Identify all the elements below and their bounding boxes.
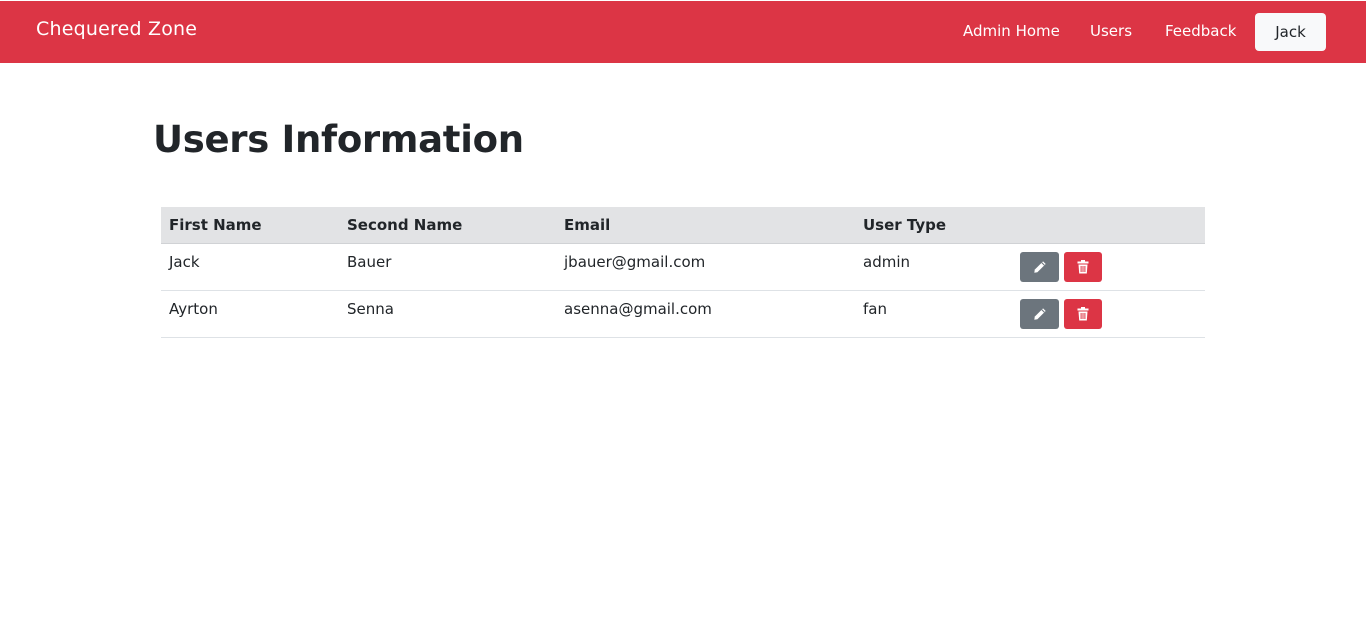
brand-logo[interactable]: Chequered Zone [36, 18, 197, 40]
pencil-icon [1033, 307, 1046, 320]
header-first-name: First Name [161, 207, 339, 244]
nav-users[interactable]: Users [1090, 22, 1132, 40]
delete-user-button[interactable] [1064, 251, 1102, 282]
header-email: Email [556, 207, 855, 244]
delete-user-button[interactable] [1064, 298, 1102, 329]
top-navbar: Chequered Zone Admin Home Users Feedback… [0, 1, 1366, 63]
pencil-icon [1033, 260, 1046, 273]
header-actions [1020, 207, 1205, 244]
cell-user-type: fan [855, 290, 1020, 338]
cell-first-name: Ayrton [161, 290, 339, 338]
cell-actions [1020, 290, 1205, 338]
cell-email: asenna@gmail.com [556, 290, 855, 338]
edit-user-button[interactable] [1020, 251, 1059, 282]
trash-icon [1077, 259, 1089, 273]
user-account-button[interactable]: Jack [1255, 13, 1326, 51]
nav-admin-home[interactable]: Admin Home [963, 22, 1060, 40]
cell-second-name: Senna [339, 290, 556, 338]
header-user-type: User Type [855, 207, 1020, 244]
cell-actions [1020, 243, 1205, 291]
cell-user-type: admin [855, 243, 1020, 291]
page-title: Users Information [153, 118, 524, 161]
cell-second-name: Bauer [339, 243, 556, 291]
nav-feedback[interactable]: Feedback [1165, 22, 1236, 40]
header-second-name: Second Name [339, 207, 556, 244]
table-row: Ayrton Senna asenna@gmail.com fan [161, 290, 1205, 338]
trash-icon [1077, 306, 1089, 320]
table-row: Jack Bauer jbauer@gmail.com admin [161, 243, 1205, 291]
edit-user-button[interactable] [1020, 298, 1059, 329]
cell-first-name: Jack [161, 243, 339, 291]
cell-email: jbauer@gmail.com [556, 243, 855, 291]
users-table: First Name Second Name Email User Type J… [161, 207, 1205, 338]
table-header-row: First Name Second Name Email User Type [161, 207, 1205, 244]
